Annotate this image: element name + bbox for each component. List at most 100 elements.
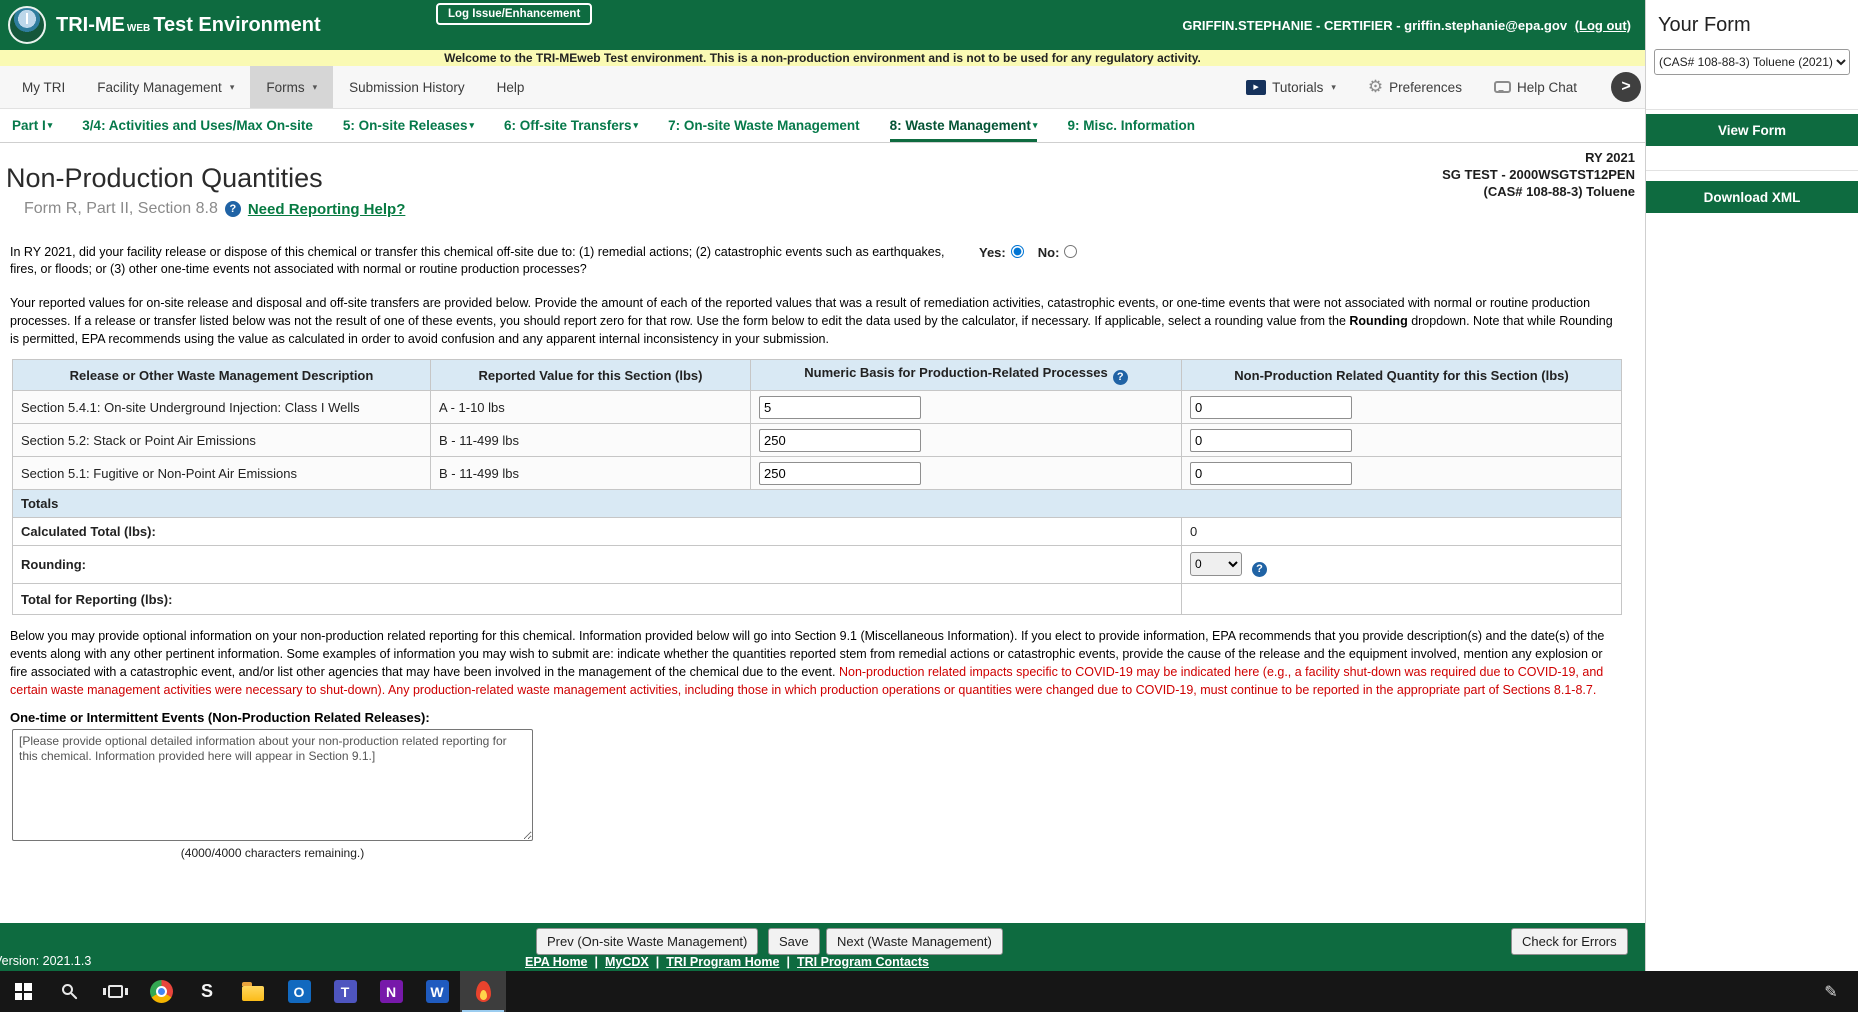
chemical-name: (CAS# 108-88-3) Toluene [1442,183,1635,200]
calculated-total-label: Calculated Total (lbs): [13,518,1182,546]
question-row: In RY 2021, did your facility release or… [10,244,1645,278]
totals-header-row: Totals [13,490,1622,518]
download-xml-button[interactable]: Download XML [1646,181,1858,213]
page-content: Non-Production Quantities Form R, Part I… [0,143,1645,923]
log-issue-button[interactable]: Log Issue/Enhancement [436,3,592,25]
check-for-errors-button[interactable]: Check for Errors [1511,928,1628,955]
calculated-total-row: Calculated Total (lbs): 0 [13,518,1622,546]
taskbar-teams-button[interactable] [322,971,368,1012]
save-button[interactable]: Save [768,928,820,955]
page-subtitle: Form R, Part II, Section 8.8 [24,200,218,218]
your-form-sidebar: Your Form (CAS# 108-88-3) Toluene (2021)… [1645,0,1858,971]
section-label: Part I [12,118,46,133]
nav-help[interactable]: Help [481,66,541,108]
help-question-icon[interactable] [1113,370,1128,385]
nav-label: Facility Management [97,80,222,95]
app-name: TRI-ME [56,14,125,36]
app-title: TRI-MEWEBTest Environment [56,14,321,37]
form-meta: RY 2021 SG TEST - 2000WSGTST12PEN (CAS# … [1442,149,1635,200]
numeric-basis-input[interactable] [759,462,921,485]
non-production-input[interactable] [1190,396,1352,419]
nav-submission-history[interactable]: Submission History [333,66,481,108]
non-production-input[interactable] [1190,429,1352,452]
nav-label: My TRI [22,80,65,95]
next-button[interactable]: Next (Waste Management) [826,928,1003,955]
tri-program-home-link[interactable]: TRI Program Home [666,955,779,969]
row-reported-value: A - 1-10 lbs [431,391,751,424]
numeric-basis-input[interactable] [759,429,921,452]
task-view-icon [108,985,123,998]
start-button[interactable] [0,971,46,1012]
col-header-numeric-basis: Numeric Basis for Production-Related Pro… [751,360,1182,391]
yes-radio[interactable] [1011,245,1024,258]
environment-name: Test Environment [153,14,320,36]
rounding-select[interactable]: 0 [1190,552,1242,576]
rounding-label: Rounding: [13,546,1182,584]
nav-help-chat[interactable]: Help Chat [1478,66,1593,108]
numeric-basis-input[interactable] [759,396,921,419]
col-header-non-production: Non-Production Related Quantity for this… [1182,360,1622,391]
section-3-4-activities[interactable]: 3/4: Activities and Uses/Max On-site [82,109,313,142]
section-label: 3/4: Activities and Uses/Max On-site [82,118,313,133]
taskbar-s-app-button[interactable] [184,971,230,1012]
taskbar-outlook-button[interactable] [276,971,322,1012]
form-select[interactable]: (CAS# 108-88-3) Toluene (2021) [1654,49,1850,75]
non-production-table: Release or Other Waste Management Descri… [12,359,1622,615]
logout-link[interactable]: (Log out) [1575,18,1631,33]
optional-info-paragraph: Below you may provide optional informati… [10,627,1621,699]
section-part-1[interactable]: Part I [12,109,52,142]
section-8-waste-management[interactable]: 8: Waste Management [890,109,1038,142]
section-5-onsite-releases[interactable]: 5: On-site Releases [343,109,474,142]
col-header-reported-value: Reported Value for this Section (lbs) [431,360,751,391]
taskbar-active-app-button[interactable] [460,971,506,1012]
nav-label: Forms [266,80,304,95]
chrome-icon [150,980,173,1003]
section-label: 9: Misc. Information [1067,118,1195,133]
row-description: Section 5.2: Stack or Point Air Emission… [13,424,431,457]
section-6-offsite-transfers[interactable]: 6: Off-site Transfers [504,109,638,142]
taskbar-search-button[interactable] [46,971,92,1012]
events-textarea[interactable] [12,729,533,841]
rounding-row: Rounding: 0 [13,546,1622,584]
prev-button[interactable]: Prev (On-site Waste Management) [536,928,758,955]
tri-program-contacts-link[interactable]: TRI Program Contacts [797,955,929,969]
mycdx-link[interactable]: MyCDX [605,955,649,969]
nav-my-tri[interactable]: My TRI [6,66,81,108]
section-label: 6: Off-site Transfers [504,118,632,133]
sidebar-divider [1646,109,1858,110]
col-header-description: Release or Other Waste Management Descri… [13,360,431,391]
non-production-input[interactable] [1190,462,1352,485]
nav-tutorials[interactable]: Tutorials [1230,66,1352,108]
taskbar-file-explorer-button[interactable] [230,971,276,1012]
nav-facility-management[interactable]: Facility Management [81,66,250,108]
need-reporting-help-link[interactable]: Need Reporting Help? [248,201,406,218]
taskbar-onenote-button[interactable] [368,971,414,1012]
intro-bold-word: Rounding [1349,314,1407,328]
nav-expand-arrow-button[interactable] [1611,72,1641,102]
nav-preferences[interactable]: Preferences [1352,66,1478,108]
browser-page: TRI-MEWEBTest Environment Log Issue/Enha… [0,0,1645,971]
no-radio[interactable] [1064,245,1077,258]
nav-right: Tutorials Preferences Help Chat [1230,66,1645,108]
section-label: 8: Waste Management [890,118,1031,133]
section-7-onsite-waste-management[interactable]: 7: On-site Waste Management [668,109,860,142]
total-for-reporting-value [1182,584,1622,615]
main-nav: My TRI Facility Management Forms Submiss… [0,66,1645,109]
nav-forms[interactable]: Forms [250,66,333,108]
page-title: Non-Production Quantities [6,163,405,194]
total-for-reporting-row: Total for Reporting (lbs): [13,584,1622,615]
table-row: Section 5.2: Stack or Point Air Emission… [13,424,1622,457]
help-question-icon[interactable] [1252,562,1267,577]
taskbar-chrome-button[interactable] [138,971,184,1012]
epa-home-link[interactable]: EPA Home [525,955,588,969]
view-form-button[interactable]: View Form [1646,114,1858,146]
taskbar-tray [1808,971,1858,1012]
footer-links: EPA Home MyCDX TRI Program Home TRI Prog… [525,955,929,969]
app-name-suffix: WEB [127,23,150,34]
windows-ink-button[interactable] [1808,971,1854,1012]
taskbar-word-button[interactable] [414,971,460,1012]
totals-label: Totals [13,490,1622,518]
reporting-year: RY 2021 [1442,149,1635,166]
section-9-misc-information[interactable]: 9: Misc. Information [1067,109,1195,142]
task-view-button[interactable] [92,971,138,1012]
